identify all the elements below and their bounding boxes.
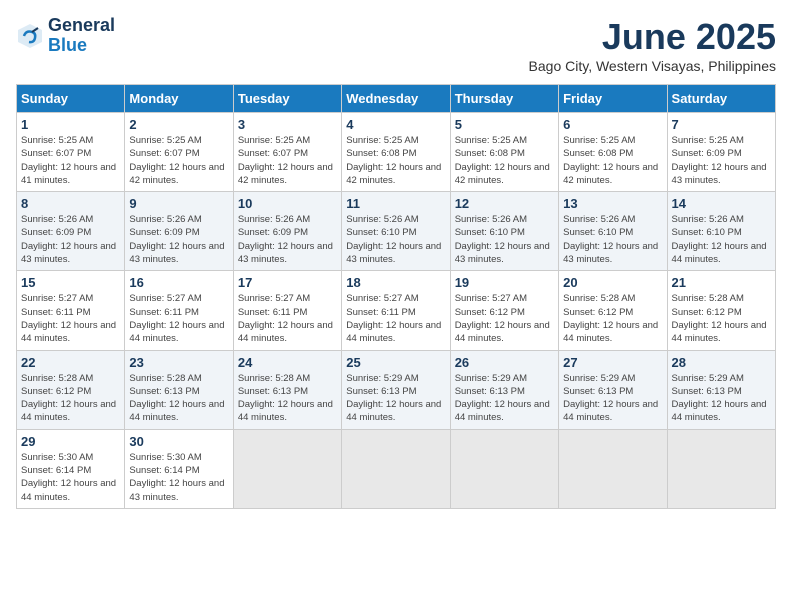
day-cell-24: 24 Sunrise: 5:28 AMSunset: 6:13 PMDaylig… bbox=[233, 350, 341, 429]
day-cell-27: 27 Sunrise: 5:29 AMSunset: 6:13 PMDaylig… bbox=[559, 350, 667, 429]
empty-cell-4 bbox=[559, 429, 667, 508]
day-cell-15: 15 Sunrise: 5:27 AMSunset: 6:11 PMDaylig… bbox=[17, 271, 125, 350]
day-cell-11: 11 Sunrise: 5:26 AMSunset: 6:10 PMDaylig… bbox=[342, 192, 450, 271]
page-header: General Blue June 2025 Bago City, Wester… bbox=[16, 16, 776, 74]
header-sunday: Sunday bbox=[17, 85, 125, 113]
header-tuesday: Tuesday bbox=[233, 85, 341, 113]
day-cell-28: 28 Sunrise: 5:29 AMSunset: 6:13 PMDaylig… bbox=[667, 350, 775, 429]
day-cell-17: 17 Sunrise: 5:27 AMSunset: 6:11 PMDaylig… bbox=[233, 271, 341, 350]
calendar-table: Sunday Monday Tuesday Wednesday Thursday… bbox=[16, 84, 776, 509]
day-cell-10: 10 Sunrise: 5:26 AMSunset: 6:09 PMDaylig… bbox=[233, 192, 341, 271]
day-cell-4: 4 Sunrise: 5:25 AMSunset: 6:08 PMDayligh… bbox=[342, 113, 450, 192]
day-cell-5: 5 Sunrise: 5:25 AMSunset: 6:08 PMDayligh… bbox=[450, 113, 558, 192]
main-title: June 2025 bbox=[529, 16, 776, 58]
day-cell-19: 19 Sunrise: 5:27 AMSunset: 6:12 PMDaylig… bbox=[450, 271, 558, 350]
logo-icon bbox=[16, 22, 44, 50]
day-cell-20: 20 Sunrise: 5:28 AMSunset: 6:12 PMDaylig… bbox=[559, 271, 667, 350]
day-cell-9: 9 Sunrise: 5:26 AMSunset: 6:09 PMDayligh… bbox=[125, 192, 233, 271]
day-cell-23: 23 Sunrise: 5:28 AMSunset: 6:13 PMDaylig… bbox=[125, 350, 233, 429]
calendar-header-row: Sunday Monday Tuesday Wednesday Thursday… bbox=[17, 85, 776, 113]
day-cell-26: 26 Sunrise: 5:29 AMSunset: 6:13 PMDaylig… bbox=[450, 350, 558, 429]
calendar-week-2: 8 Sunrise: 5:26 AMSunset: 6:09 PMDayligh… bbox=[17, 192, 776, 271]
day-cell-21: 21 Sunrise: 5:28 AMSunset: 6:12 PMDaylig… bbox=[667, 271, 775, 350]
empty-cell-2 bbox=[342, 429, 450, 508]
day-cell-12: 12 Sunrise: 5:26 AMSunset: 6:10 PMDaylig… bbox=[450, 192, 558, 271]
day-cell-7: 7 Sunrise: 5:25 AMSunset: 6:09 PMDayligh… bbox=[667, 113, 775, 192]
day-cell-30: 30 Sunrise: 5:30 AMSunset: 6:14 PMDaylig… bbox=[125, 429, 233, 508]
logo: General Blue bbox=[16, 16, 115, 56]
calendar-week-4: 22 Sunrise: 5:28 AMSunset: 6:12 PMDaylig… bbox=[17, 350, 776, 429]
logo-text: General Blue bbox=[48, 16, 115, 56]
empty-cell-1 bbox=[233, 429, 341, 508]
day-cell-3: 3 Sunrise: 5:25 AMSunset: 6:07 PMDayligh… bbox=[233, 113, 341, 192]
day-cell-2: 2 Sunrise: 5:25 AMSunset: 6:07 PMDayligh… bbox=[125, 113, 233, 192]
day-cell-14: 14 Sunrise: 5:26 AMSunset: 6:10 PMDaylig… bbox=[667, 192, 775, 271]
header-thursday: Thursday bbox=[450, 85, 558, 113]
day-cell-13: 13 Sunrise: 5:26 AMSunset: 6:10 PMDaylig… bbox=[559, 192, 667, 271]
header-saturday: Saturday bbox=[667, 85, 775, 113]
header-wednesday: Wednesday bbox=[342, 85, 450, 113]
day-cell-22: 22 Sunrise: 5:28 AMSunset: 6:12 PMDaylig… bbox=[17, 350, 125, 429]
day-cell-6: 6 Sunrise: 5:25 AMSunset: 6:08 PMDayligh… bbox=[559, 113, 667, 192]
empty-cell-3 bbox=[450, 429, 558, 508]
day-cell-8: 8 Sunrise: 5:26 AMSunset: 6:09 PMDayligh… bbox=[17, 192, 125, 271]
day-cell-29: 29 Sunrise: 5:30 AMSunset: 6:14 PMDaylig… bbox=[17, 429, 125, 508]
day-cell-16: 16 Sunrise: 5:27 AMSunset: 6:11 PMDaylig… bbox=[125, 271, 233, 350]
day-cell-1: 1 Sunrise: 5:25 AMSunset: 6:07 PMDayligh… bbox=[17, 113, 125, 192]
calendar-week-1: 1 Sunrise: 5:25 AMSunset: 6:07 PMDayligh… bbox=[17, 113, 776, 192]
day-cell-18: 18 Sunrise: 5:27 AMSunset: 6:11 PMDaylig… bbox=[342, 271, 450, 350]
header-friday: Friday bbox=[559, 85, 667, 113]
header-monday: Monday bbox=[125, 85, 233, 113]
calendar-week-3: 15 Sunrise: 5:27 AMSunset: 6:11 PMDaylig… bbox=[17, 271, 776, 350]
calendar-week-5: 29 Sunrise: 5:30 AMSunset: 6:14 PMDaylig… bbox=[17, 429, 776, 508]
day-cell-25: 25 Sunrise: 5:29 AMSunset: 6:13 PMDaylig… bbox=[342, 350, 450, 429]
title-area: June 2025 Bago City, Western Visayas, Ph… bbox=[529, 16, 776, 74]
subtitle: Bago City, Western Visayas, Philippines bbox=[529, 58, 776, 74]
empty-cell-5 bbox=[667, 429, 775, 508]
